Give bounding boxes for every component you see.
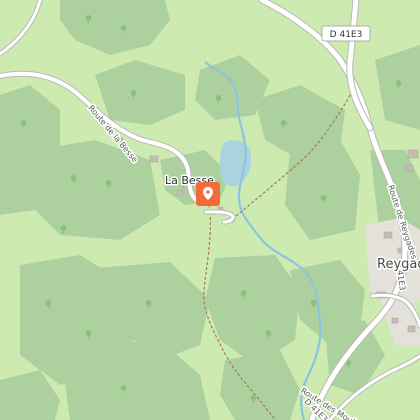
map-pin-icon[interactable] xyxy=(196,182,220,208)
place-label-reygad: Reygad xyxy=(377,257,420,272)
road-badge-label: D 41E3 xyxy=(330,30,363,40)
map-canvas: Route de la Besse Route de Reygades D 41… xyxy=(0,0,420,420)
map-view[interactable]: Route de la Besse Route de Reygades D 41… xyxy=(0,0,420,420)
road-badge: D 41E3 xyxy=(321,25,371,42)
